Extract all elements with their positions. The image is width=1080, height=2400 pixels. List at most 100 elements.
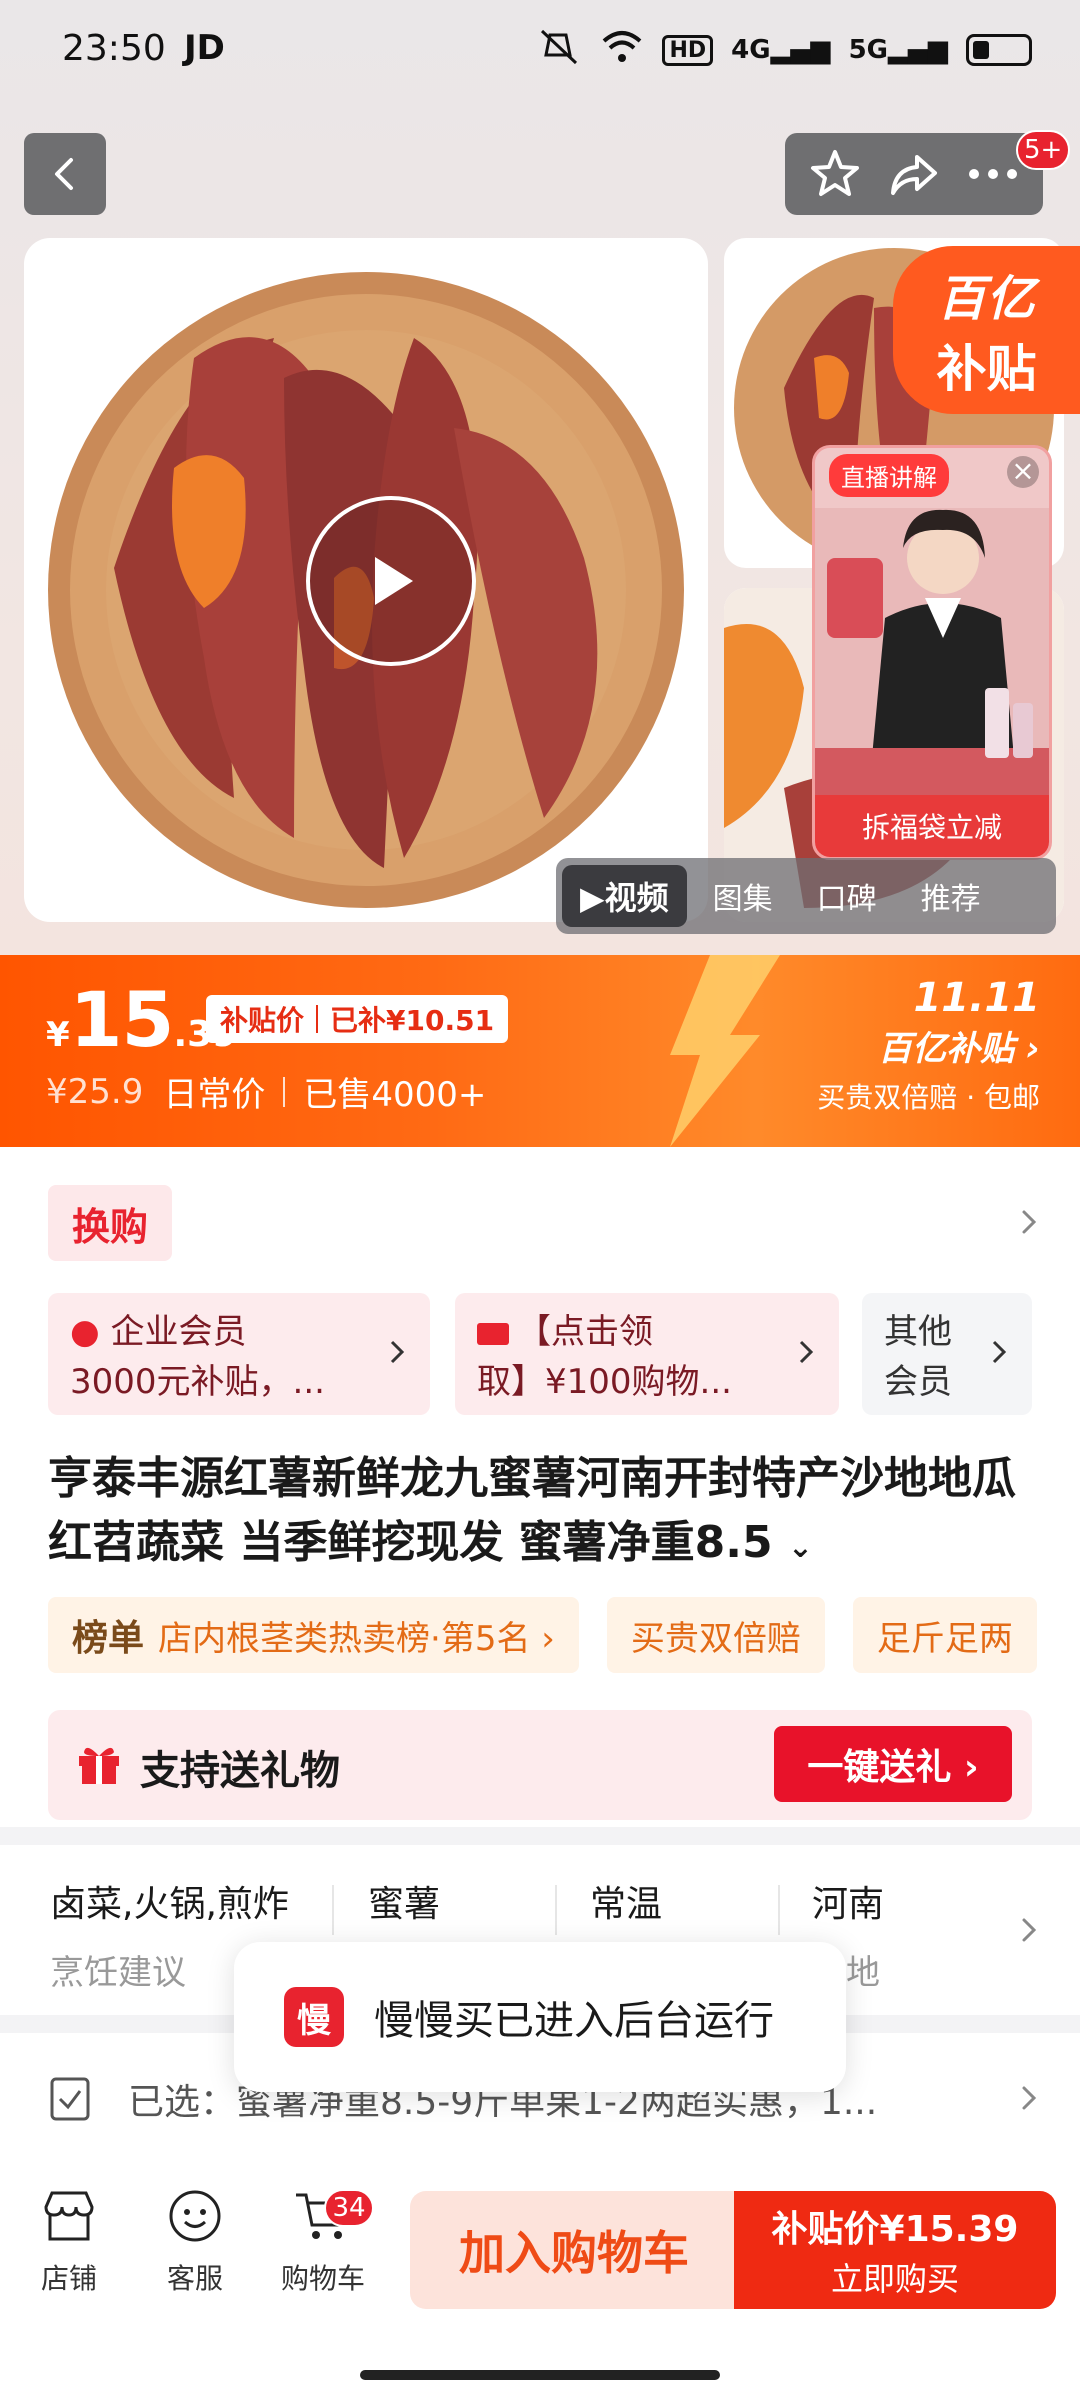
daily-price-label: 日常价 bbox=[163, 1075, 266, 1115]
price-integer: 15 bbox=[69, 975, 175, 1064]
gift-row: 支持送礼物 一键送礼 › bbox=[48, 1710, 1032, 1820]
full-weight-text: 足斤足两 bbox=[876, 1618, 1013, 1659]
attr-storage-value: 常温 bbox=[590, 1884, 663, 1925]
status-carrier: JD bbox=[184, 28, 225, 68]
chevron-right-icon bbox=[390, 1340, 405, 1364]
sub-divider bbox=[283, 1076, 286, 1107]
main-product-image[interactable] bbox=[24, 238, 708, 922]
price-banner: ¥ 15 .39 补贴价 已补¥10.51 ¥25.9 日常价 已售4000+ … bbox=[0, 955, 1080, 1147]
promo-area[interactable]: 11.11 百亿补贴 › 买贵双倍赔 · 包邮 bbox=[817, 975, 1040, 1116]
chevron-right-icon bbox=[799, 1340, 814, 1364]
play-video-button[interactable] bbox=[306, 496, 476, 666]
live-coupon-label[interactable]: 拆福袋立减 bbox=[815, 795, 1049, 857]
mute-icon bbox=[536, 27, 582, 74]
subsidy-corner-badge[interactable]: 百亿 补贴 bbox=[893, 246, 1080, 414]
hd-icon: HD bbox=[662, 34, 714, 66]
buy-now-button[interactable]: 补贴价¥15.39 立即购买 bbox=[734, 2191, 1056, 2309]
buy-now-label: 立即购买 bbox=[830, 2260, 959, 2298]
cart-label: 购物车 bbox=[280, 2262, 365, 2295]
gift-support-text: 支持送礼物 bbox=[140, 1748, 340, 1794]
live-tag: 直播讲解 bbox=[829, 454, 949, 497]
chat-smile-icon bbox=[169, 2190, 221, 2242]
coupon-enterprise[interactable]: ● 企业会员 3000元补贴，... bbox=[48, 1293, 430, 1415]
buy-now-price: 补贴价¥15.39 bbox=[771, 2209, 1019, 2250]
live-stream-widget[interactable]: 直播讲解 × 拆福袋立减 bbox=[812, 445, 1052, 860]
ranking-text: 店内根茎类热卖榜·第5名 › bbox=[158, 1618, 555, 1659]
favorite-star-icon[interactable] bbox=[805, 144, 865, 204]
store-icon bbox=[44, 2191, 94, 2241]
attr-variety-value: 蜜薯 bbox=[368, 1884, 441, 1925]
double-refund-text: 买贵双倍赔 bbox=[630, 1618, 801, 1659]
notification-badge: 5+ bbox=[1016, 130, 1071, 170]
full-weight-chip[interactable]: 足斤足两 bbox=[852, 1597, 1037, 1673]
cart-count-badge: 34 bbox=[324, 2189, 374, 2227]
highlight-chips: 榜单 店内根茎类热卖榜·第5名 › 买贵双倍赔 足斤足两 bbox=[48, 1597, 1037, 1673]
coupon-shopping[interactable]: 【点击领 取】¥100购物... bbox=[455, 1293, 839, 1415]
product-info-card: 换购 ● 企业会员 3000元补贴，... 【点击领 取】¥100购物... 其… bbox=[0, 1147, 1080, 1827]
tab-video[interactable]: ▶视频 bbox=[562, 865, 687, 927]
back-button[interactable] bbox=[24, 133, 106, 215]
subsidy-price-tag: 补贴价 已补¥10.51 bbox=[206, 995, 509, 1043]
coupon-other-members[interactable]: 其他 会员 bbox=[862, 1293, 1032, 1415]
chevron-left-icon bbox=[55, 158, 73, 190]
tab-gallery[interactable]: 图集 bbox=[695, 866, 791, 926]
gift-icon bbox=[79, 1747, 119, 1784]
attr-divider bbox=[778, 1885, 780, 1935]
tab-video-label: 视频 bbox=[604, 879, 669, 917]
attr-cooking-value: 卤菜,火锅,煎炸 bbox=[50, 1884, 289, 1925]
network-4g-label: 4G bbox=[731, 35, 771, 65]
more-icon[interactable] bbox=[963, 144, 1023, 204]
coupon-shopping-line2: 取】¥100购物... bbox=[477, 1362, 732, 1402]
subsidy-corner-line1: 百亿 bbox=[937, 271, 1036, 327]
card-icon bbox=[477, 1322, 509, 1345]
swap-purchase-chip[interactable]: 换购 bbox=[48, 1185, 172, 1261]
chevron-right-icon bbox=[1022, 2086, 1037, 2110]
bottom-action-bar: 店铺 客服 购物车 34 加入购物车 补贴价¥15.39 立即购买 bbox=[0, 2163, 1080, 2400]
promo-subsidy: 百亿补贴 › bbox=[878, 1029, 1040, 1069]
toast-text: 慢慢买已进入后台运行 bbox=[374, 1998, 774, 2044]
send-gift-button[interactable]: 一键送礼 › bbox=[774, 1726, 1012, 1802]
network-5g-label: 5G bbox=[848, 35, 888, 65]
coupon-shopping-line1: 【点击领 bbox=[517, 1312, 653, 1352]
promo-guarantee: 买贵双倍赔 · 包邮 bbox=[817, 1081, 1040, 1114]
subsidy-label: 补贴价 bbox=[220, 1004, 305, 1037]
wifi-icon bbox=[600, 29, 644, 72]
home-indicator bbox=[360, 2370, 720, 2380]
attr-divider bbox=[555, 1885, 557, 1935]
add-to-cart-button[interactable]: 加入购物车 bbox=[410, 2191, 738, 2309]
share-icon[interactable] bbox=[884, 144, 944, 204]
status-icons: HD 4G▂▄▆ 5G▂▄▆ bbox=[536, 29, 1032, 72]
ranking-label: 榜单 bbox=[72, 1618, 145, 1659]
status-time: 23:50 bbox=[62, 28, 166, 69]
selection-box-icon bbox=[50, 2077, 90, 2121]
subsidy-corner-line2: 补贴 bbox=[936, 340, 1037, 398]
product-title-text: 亨泰丰源红薯新鲜龙九蜜薯河南开封特产沙地地瓜红苕蔬菜 当季鲜挖现发 蜜薯净重8.… bbox=[48, 1453, 1016, 1568]
chevron-down-icon[interactable]: ⌄ bbox=[788, 1530, 813, 1565]
chevron-right-icon[interactable] bbox=[1014, 1207, 1044, 1237]
header-actions bbox=[785, 133, 1043, 215]
service-label: 客服 bbox=[166, 2262, 223, 2295]
customer-service-button[interactable]: 客服 bbox=[140, 2185, 250, 2297]
double-refund-chip[interactable]: 买贵双倍赔 bbox=[606, 1597, 825, 1673]
coupon-enterprise-line1: 企业会员 bbox=[110, 1312, 247, 1352]
store-button[interactable]: 店铺 bbox=[14, 2185, 124, 2297]
chevron-right-icon bbox=[992, 1340, 1007, 1364]
lightning-bolt-icon bbox=[670, 955, 780, 1147]
subsidy-saved: 已补¥10.51 bbox=[330, 1004, 495, 1037]
product-title[interactable]: 亨泰丰源红薯新鲜龙九蜜薯河南开封特产沙地地瓜红苕蔬菜 当季鲜挖现发 蜜薯净重8.… bbox=[48, 1447, 1038, 1580]
live-close-button[interactable]: × bbox=[1007, 456, 1039, 488]
tab-recommend[interactable]: 推荐 bbox=[903, 866, 999, 926]
play-triangle-icon: ▶ bbox=[580, 879, 605, 917]
status-bar: 23:50 JD HD 4G▂▄▆ 5G▂▄▆ bbox=[0, 0, 1080, 100]
tab-reviews[interactable]: 口碑 bbox=[799, 866, 895, 926]
attr-divider bbox=[332, 1885, 334, 1935]
price-subline: ¥25.9 日常价 已售4000+ bbox=[46, 1067, 486, 1116]
ranking-chip[interactable]: 榜单 店内根茎类热卖榜·第5名 › bbox=[48, 1597, 579, 1673]
app-logo-icon: 慢 bbox=[284, 1987, 344, 2047]
signal-4g-icon: 4G▂▄▆ bbox=[731, 35, 831, 65]
price-currency: ¥ bbox=[46, 1015, 70, 1055]
chevron-right-icon bbox=[1022, 1918, 1037, 1942]
person-icon: ● bbox=[70, 1312, 100, 1352]
attr-origin-value: 河南 bbox=[812, 1884, 885, 1925]
battery-icon bbox=[966, 34, 1032, 66]
